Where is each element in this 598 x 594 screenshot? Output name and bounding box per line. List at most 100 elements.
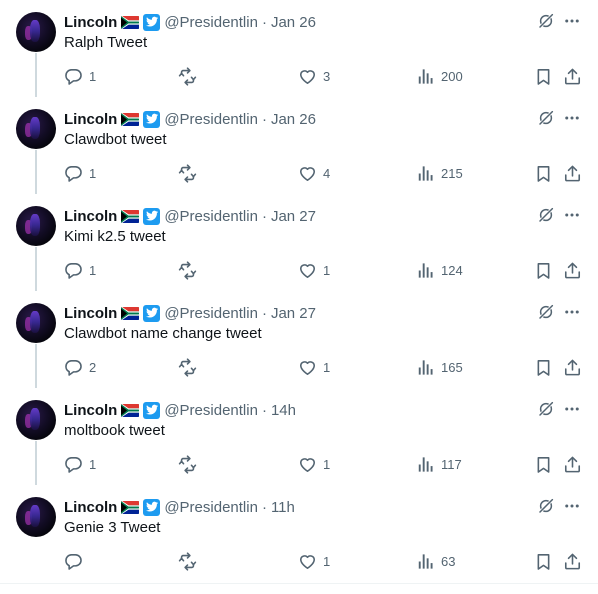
retweet-button[interactable] [178,551,203,571]
like-count: 4 [323,165,331,181]
retweet-button[interactable] [178,260,203,280]
reply-button[interactable]: 1 [64,454,96,474]
grok-icon[interactable] [537,109,555,127]
timestamp[interactable]: 14h [271,402,296,419]
grok-icon[interactable] [537,12,555,30]
retweet-button[interactable] [178,163,203,183]
bookmark-button[interactable] [534,357,553,377]
share-button[interactable] [563,260,582,280]
views-button[interactable]: 165 [416,357,463,377]
author-handle[interactable]: @Presidentlin [164,402,258,419]
grok-icon[interactable] [537,303,555,321]
reply-button[interactable] [64,551,89,571]
reply-button[interactable]: 1 [64,163,96,183]
author-name[interactable]: Lincoln [64,305,117,322]
author-handle[interactable]: @Presidentlin [164,14,258,31]
avatar[interactable] [16,303,56,343]
author-name[interactable]: Lincoln [64,111,117,128]
tweet[interactable]: Lincoln @Presidentlin · Jan 27 Clawdbot name… [0,291,598,388]
views-button[interactable]: 215 [416,163,463,183]
avatar[interactable] [16,12,56,52]
tweet[interactable]: Lincoln @Presidentlin · 11h Genie 3 Tweet 1 63 [0,485,598,582]
share-button[interactable] [563,357,582,377]
views-button[interactable]: 124 [416,260,463,280]
tweet-header: Lincoln @Presidentlin · Jan 27 [64,206,316,226]
share-icon [563,164,582,183]
tweet[interactable]: Lincoln @Presidentlin · Jan 26 Clawdbot twee… [0,97,598,194]
author-handle[interactable]: @Presidentlin [164,208,258,225]
share-button[interactable] [563,66,582,86]
share-button[interactable] [563,163,582,183]
retweet-button[interactable] [178,66,203,86]
more-options-icon[interactable] [563,206,581,224]
bookmark-button[interactable] [534,163,553,183]
grok-icon[interactable] [537,206,555,224]
timestamp[interactable]: Jan 26 [271,14,316,31]
timestamp[interactable]: Jan 27 [271,208,316,225]
like-button[interactable]: 1 [298,357,330,377]
bottom-divider [0,583,598,584]
tweet-header: Lincoln @Presidentlin · Jan 27 [64,303,316,323]
bookmark-button[interactable] [534,551,553,571]
tweet-text: moltbook tweet [64,422,165,439]
tweet[interactable]: Lincoln @Presidentlin · 14h moltbook tweet 1 1… [0,388,598,485]
like-button[interactable]: 1 [298,260,330,280]
twitter-bird-badge-icon [143,13,161,31]
like-button[interactable]: 1 [298,551,330,571]
author-name[interactable]: Lincoln [64,208,117,225]
author-name[interactable]: Lincoln [64,14,117,31]
view-count: 215 [441,165,463,181]
separator-dot: · [261,304,267,322]
tweet[interactable]: Lincoln @Presidentlin · Jan 27 Kimi k2.5 twe… [0,194,598,291]
reply-button[interactable]: 2 [64,357,96,377]
retweet-icon [178,163,197,183]
separator-dot: · [261,207,267,225]
timestamp[interactable]: Jan 27 [271,305,316,322]
views-button[interactable]: 200 [416,66,463,86]
twitter-bird-badge-icon [143,401,161,419]
author-handle[interactable]: @Presidentlin [164,499,258,516]
views-button[interactable]: 63 [416,551,455,571]
views-button[interactable]: 117 [416,454,462,474]
retweet-button[interactable] [178,357,203,377]
tweet[interactable]: Lincoln @Presidentlin · Jan 26 Ralph Tweet 1 3… [0,0,598,97]
timestamp[interactable]: Jan 26 [271,111,316,128]
reply-icon [64,67,83,86]
like-button[interactable]: 3 [298,66,330,86]
bookmark-button[interactable] [534,66,553,86]
author-handle[interactable]: @Presidentlin [164,305,258,322]
like-button[interactable]: 1 [298,454,330,474]
like-button[interactable]: 4 [298,163,330,183]
more-options-icon[interactable] [563,400,581,418]
bookmark-button[interactable] [534,454,553,474]
more-options-icon[interactable] [563,109,581,127]
share-button[interactable] [563,454,582,474]
view-count: 124 [441,262,463,278]
tweet-header: Lincoln @Presidentlin · 11h [64,497,295,517]
reply-button[interactable]: 1 [64,66,96,86]
view-count: 63 [441,553,456,569]
reply-icon [64,358,83,377]
more-options-icon[interactable] [563,12,581,30]
tweet-actions: 1 63 [64,551,584,571]
more-options-icon[interactable] [563,303,581,321]
grok-icon[interactable] [537,497,555,515]
bookmark-button[interactable] [534,260,553,280]
twitter-bird-badge-icon [143,498,161,516]
south-africa-flag-icon [121,112,140,126]
avatar[interactable] [16,497,56,537]
author-handle[interactable]: @Presidentlin [164,111,258,128]
retweet-button[interactable] [178,454,203,474]
author-name[interactable]: Lincoln [64,499,117,516]
separator-dot: · [261,110,267,128]
avatar[interactable] [16,109,56,149]
avatar[interactable] [16,400,56,440]
grok-icon[interactable] [537,400,555,418]
timestamp[interactable]: 11h [271,499,295,516]
reply-button[interactable]: 1 [64,260,96,280]
avatar[interactable] [16,206,56,246]
author-name[interactable]: Lincoln [64,402,117,419]
tweet-actions: 1 1 124 [64,260,584,280]
more-options-icon[interactable] [563,497,581,515]
share-button[interactable] [563,551,582,571]
